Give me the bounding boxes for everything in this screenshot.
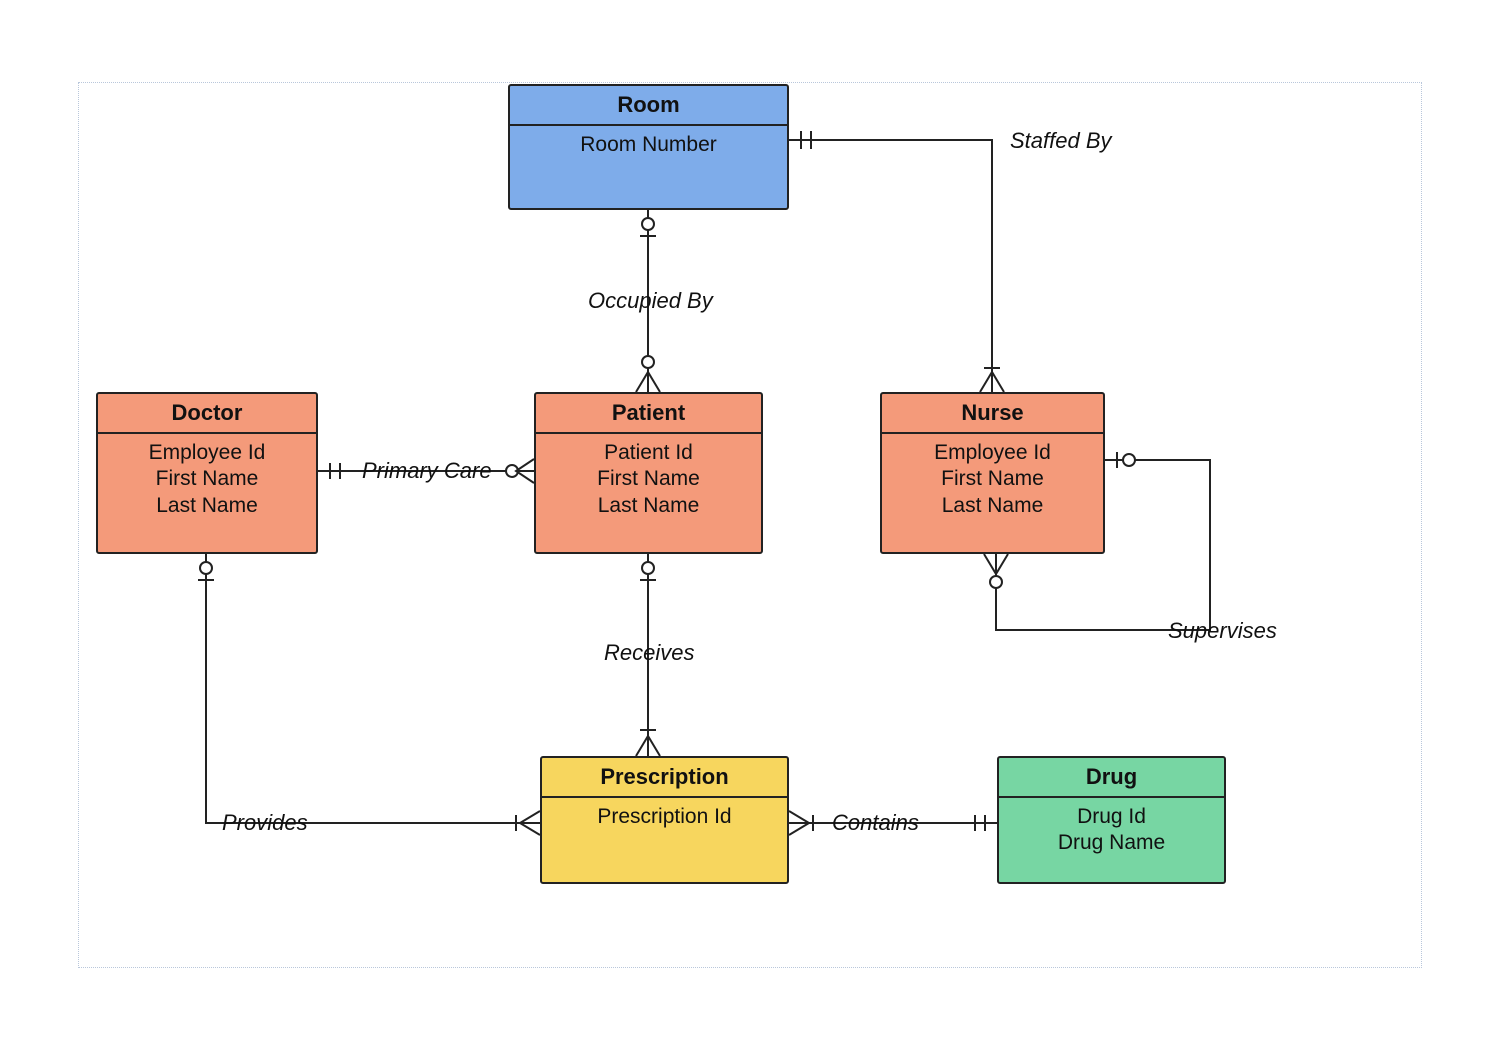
entity-prescription-attrs: Prescription Id (542, 798, 787, 838)
entity-nurse[interactable]: Nurse Employee Id First Name Last Name (880, 392, 1105, 554)
entity-drug[interactable]: Drug Drug Id Drug Name (997, 756, 1226, 884)
entity-room[interactable]: Room Room Number (508, 84, 789, 210)
entity-nurse-title: Nurse (882, 394, 1103, 434)
entity-prescription[interactable]: Prescription Prescription Id (540, 756, 789, 884)
rel-label-contains: Contains (832, 810, 919, 836)
entity-drug-attrs: Drug Id Drug Name (999, 798, 1224, 865)
entity-room-title: Room (510, 86, 787, 126)
rel-label-supervises: Supervises (1168, 618, 1277, 644)
rel-label-provides: Provides (222, 810, 308, 836)
rel-label-primary-care: Primary Care (362, 458, 492, 484)
entity-nurse-attrs: Employee Id First Name Last Name (882, 434, 1103, 527)
entity-patient-attrs: Patient Id First Name Last Name (536, 434, 761, 527)
rel-label-occupied-by: Occupied By (588, 288, 713, 314)
entity-room-attrs: Room Number (510, 126, 787, 166)
entity-doctor-attrs: Employee Id First Name Last Name (98, 434, 316, 527)
entity-patient[interactable]: Patient Patient Id First Name Last Name (534, 392, 763, 554)
entity-prescription-title: Prescription (542, 758, 787, 798)
entity-patient-title: Patient (536, 394, 761, 434)
entity-drug-title: Drug (999, 758, 1224, 798)
entity-doctor-title: Doctor (98, 394, 316, 434)
entity-doctor[interactable]: Doctor Employee Id First Name Last Name (96, 392, 318, 554)
rel-label-receives: Receives (604, 640, 694, 666)
rel-label-staffed-by: Staffed By (1010, 128, 1112, 154)
